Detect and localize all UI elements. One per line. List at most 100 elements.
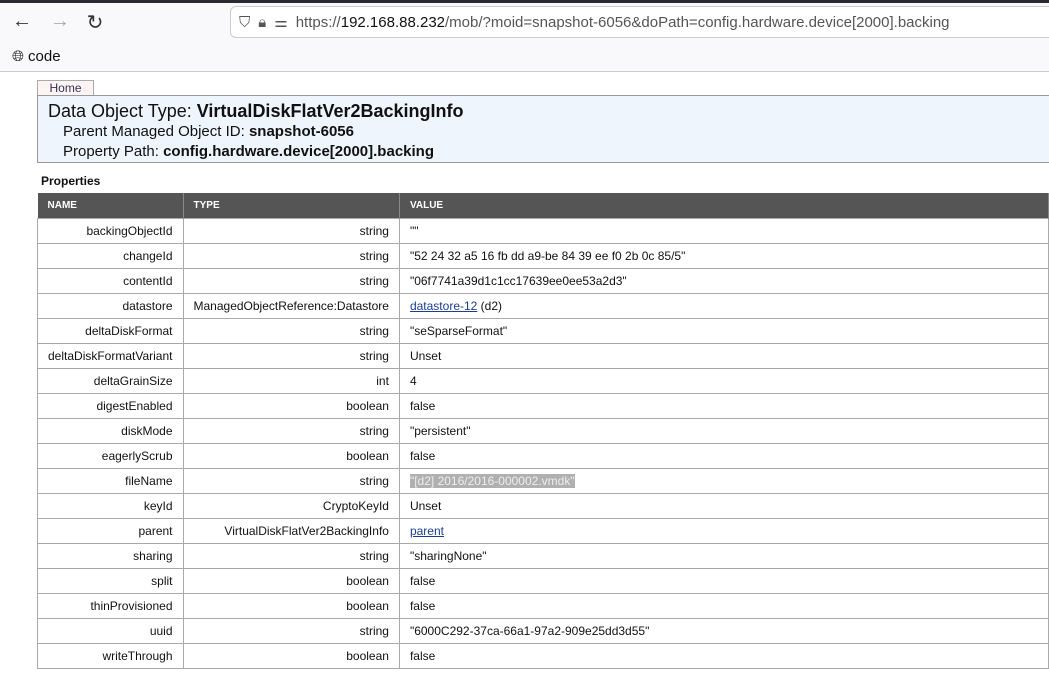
- property-name: deltaDiskFormatVariant: [37, 342, 184, 369]
- property-type: string: [182, 617, 400, 644]
- property-name: digestEnabled: [37, 392, 184, 419]
- property-type: string: [182, 467, 400, 494]
- property-value: "sharingNone": [398, 542, 1049, 569]
- property-value: 4: [398, 367, 1049, 394]
- value-text: "52 24 32 a5 16 fb dd a9-be 84 39 ee f0 …: [409, 248, 686, 263]
- column-type: TYPE: [183, 193, 400, 218]
- permissions-icon: ⚌: [274, 14, 288, 31]
- property-type: boolean: [182, 442, 400, 469]
- table-row: writeThrough boolean false: [37, 642, 1049, 669]
- property-name: fileName: [37, 467, 184, 494]
- property-value: "persistent": [398, 417, 1049, 444]
- table-row: diskMode string "persistent": [37, 417, 1049, 444]
- bookmark-code[interactable]: code: [28, 48, 61, 65]
- property-value: "[d2] 2016/2016-000002.vmdk": [398, 467, 1049, 494]
- value-text: false: [409, 648, 436, 663]
- property-name: backingObjectId: [37, 217, 184, 244]
- table-row: fileName string "[d2] 2016/2016-000002.vmd…: [37, 467, 1049, 494]
- properties-table: NAME TYPE VALUE backingObjectId string "" c…: [37, 193, 1049, 669]
- column-name: NAME: [37, 193, 184, 218]
- value-text: "06f7741a39d1c1cc17639ee0ee53a2d3": [409, 273, 627, 288]
- property-type: ManagedObjectReference:Datastore: [182, 292, 400, 319]
- table-row: backingObjectId string "": [37, 217, 1049, 244]
- property-type: boolean: [182, 567, 400, 594]
- property-type: string: [182, 417, 400, 444]
- property-name: parent: [37, 517, 184, 544]
- property-name: keyId: [37, 492, 184, 519]
- property-type: string: [182, 267, 400, 294]
- globe-icon: 🌐︎: [12, 48, 25, 65]
- property-name: writeThrough: [37, 642, 184, 669]
- url-bar[interactable]: ⛉ 🔒︎ ⚌ https://192.168.88.232/mob/?moid=…: [230, 6, 1049, 38]
- property-type: VirtualDiskFlatVer2BackingInfo: [182, 517, 400, 544]
- value-text: false: [409, 448, 436, 463]
- value-text: "": [409, 223, 419, 238]
- reload-icon[interactable]: ↻: [83, 10, 107, 35]
- property-type: boolean: [182, 592, 400, 619]
- property-value: false: [398, 567, 1049, 594]
- column-value: VALUE: [399, 193, 1049, 218]
- back-icon[interactable]: ←: [10, 10, 34, 33]
- table-row: digestEnabled boolean false: [37, 392, 1049, 419]
- value-text: Unset: [409, 498, 442, 513]
- table-row: deltaGrainSize int 4: [37, 367, 1049, 394]
- property-type: CryptoKeyId: [182, 492, 400, 519]
- property-type: boolean: [182, 642, 400, 669]
- value-text: "seSparseFormat": [409, 323, 508, 338]
- value-text: false: [409, 598, 436, 613]
- property-type: string: [182, 217, 400, 244]
- property-value: "06f7741a39d1c1cc17639ee0ee53a2d3": [398, 267, 1049, 294]
- property-name: uuid: [37, 617, 184, 644]
- property-value: Unset: [398, 342, 1049, 369]
- property-value: false: [398, 592, 1049, 619]
- value-link[interactable]: datastore-12: [410, 299, 477, 313]
- table-row: thinProvisioned boolean false: [37, 592, 1049, 619]
- property-type: boolean: [182, 392, 400, 419]
- property-name: deltaGrainSize: [37, 367, 184, 394]
- table-row: changeId string "52 24 32 a5 16 fb dd a9-b…: [37, 242, 1049, 269]
- property-value: "": [398, 217, 1049, 244]
- property-type: string: [182, 542, 400, 569]
- property-name: diskMode: [37, 417, 184, 444]
- property-name: contentId: [37, 267, 184, 294]
- property-value: false: [398, 392, 1049, 419]
- property-type: string: [182, 242, 400, 269]
- table-row: parent VirtualDiskFlatVer2BackingInfo pare…: [37, 517, 1049, 544]
- value-link[interactable]: parent: [410, 524, 444, 538]
- bookmarks-bar: 🌐︎ code: [0, 42, 1049, 72]
- property-value: false: [398, 442, 1049, 469]
- value-text: false: [409, 573, 436, 588]
- property-name: eagerlyScrub: [37, 442, 184, 469]
- value-text: 4: [409, 373, 417, 388]
- property-value: "6000C292-37ca-66a1-97a2-909e25dd3d55": [398, 617, 1049, 644]
- table-row: keyId CryptoKeyId Unset: [37, 492, 1049, 519]
- table-row: split boolean false: [37, 567, 1049, 594]
- forward-icon[interactable]: →: [48, 10, 72, 33]
- properties-heading: Properties: [41, 174, 101, 188]
- table-row: deltaDiskFormatVariant string Unset: [37, 342, 1049, 369]
- value-text: "sharingNone": [409, 548, 487, 563]
- property-name: thinProvisioned: [37, 592, 184, 619]
- value-text: "[d2] 2016/2016-000002.vmdk": [409, 473, 575, 488]
- home-tab[interactable]: Home: [37, 80, 94, 96]
- lock-icon: 🔒︎: [258, 13, 267, 31]
- shield-icon: ⛉: [239, 13, 251, 31]
- property-value: false: [398, 642, 1049, 669]
- property-value: parent: [398, 517, 1049, 544]
- property-type: string: [182, 317, 400, 344]
- table-row: sharing string "sharingNone": [37, 542, 1049, 569]
- value-text: (d2): [477, 298, 503, 313]
- property-type: string: [182, 342, 400, 369]
- property-type: int: [182, 367, 400, 394]
- value-text: "persistent": [409, 423, 471, 438]
- table-row: contentId string "06f7741a39d1c1cc17639ee0…: [37, 267, 1049, 294]
- title-bar: [0, 0, 1049, 3]
- value-text: false: [409, 398, 436, 413]
- property-name: deltaDiskFormat: [37, 317, 184, 344]
- property-value: datastore-12 (d2): [398, 292, 1049, 319]
- property-name: split: [37, 567, 184, 594]
- value-text: Unset: [409, 348, 442, 363]
- table-row: uuid string "6000C292-37ca-66a1-97a2-909e2…: [37, 617, 1049, 644]
- table-row: deltaDiskFormat string "seSparseFormat": [37, 317, 1049, 344]
- value-text: "6000C292-37ca-66a1-97a2-909e25dd3d55": [409, 623, 650, 638]
